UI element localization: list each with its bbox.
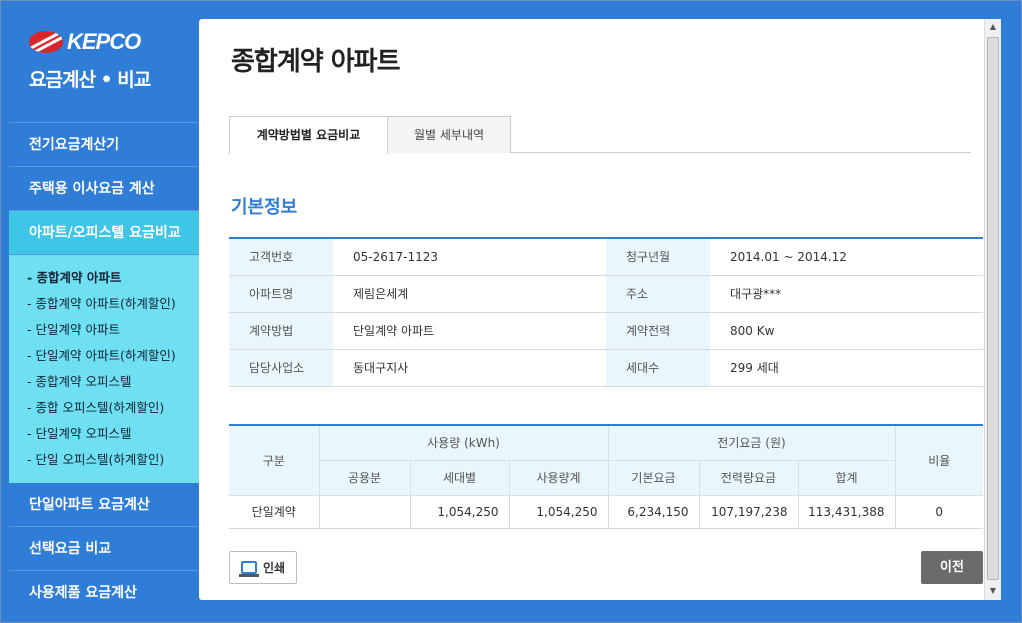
table-row: 고객번호 05-2617-1123 청구년월 2014.01 ~ 2014.12 — [229, 238, 983, 276]
sidebar: KEPCO 요금계산 • 비교 전기요금계산기 주택용 이사요금 계산 아파트/… — [9, 11, 199, 614]
cell-usage-total: 1,054,250 — [508, 495, 609, 529]
scroll-up-arrow-icon[interactable]: ▲ — [985, 19, 1001, 35]
col-base-fee: 기본요금 — [607, 460, 700, 496]
cell-ratio: 0 — [894, 495, 983, 529]
sidebar-item-appliance-calc[interactable]: 사용제품 요금계산 — [9, 571, 199, 614]
subnav-item-combined-officetel-summer[interactable]: - 종합 오피스텔(하계할인) — [27, 395, 199, 421]
kepco-logo-icon — [29, 31, 63, 53]
printer-icon — [238, 561, 259, 577]
print-button-label: 인쇄 — [262, 561, 286, 575]
info-label: 담당사업소 — [229, 349, 333, 387]
subnav-item-single-apartment-summer[interactable]: - 단일계약 아파트(하계할인) — [27, 343, 199, 369]
col-ratio: 비율 — [894, 425, 983, 496]
table-row: 단일계약 1,054,250 1,054,250 6,234,150 107,1… — [229, 495, 983, 529]
info-label: 고객번호 — [229, 238, 333, 276]
info-value: 800 Kw — [710, 312, 983, 350]
sidebar-subnav: - 종합계약 아파트 - 종합계약 아파트(하계할인) - 단일계약 아파트 -… — [9, 255, 199, 483]
app-window: KEPCO 요금계산 • 비교 전기요금계산기 주택용 이사요금 계산 아파트/… — [0, 0, 1022, 623]
table-row: 담당사업소 동대구지사 세대수 299 세대 — [229, 349, 983, 387]
col-energy-fee: 전력량요금 — [698, 460, 799, 496]
tab-monthly-detail[interactable]: 월별 세부내역 — [387, 116, 511, 153]
info-label: 계약전력 — [606, 312, 710, 350]
logo-text: KEPCO — [67, 29, 141, 54]
info-value: 299 세대 — [710, 349, 983, 387]
info-value: 2014.01 ~ 2014.12 — [710, 238, 983, 276]
subnav-item-single-officetel-summer[interactable]: - 단일 오피스텔(하계할인) — [27, 447, 199, 473]
col-total: 합계 — [797, 460, 896, 496]
section-title: 기본정보 — [231, 197, 298, 218]
col-fee-group: 전기요금 (원) — [607, 425, 896, 461]
kepco-logo[interactable]: KEPCO — [29, 29, 199, 55]
subnav-item-single-apartment[interactable]: - 단일계약 아파트 — [27, 317, 199, 343]
brand-block: KEPCO 요금계산 • 비교 — [9, 11, 199, 123]
sidebar-item-single-apartment-calc[interactable]: 단일아파트 요금계산 — [9, 483, 199, 527]
content-panel: 종합계약 아파트 계약방법별 요금비교 월별 세부내역 기본정보 고객번호 05… — [199, 19, 999, 600]
scroll-down-arrow-icon[interactable]: ▼ — [985, 583, 1001, 599]
sidebar-item-optional-fee[interactable]: 선택요금 비교 — [9, 527, 199, 571]
info-label: 주소 — [606, 275, 710, 313]
info-label: 청구년월 — [606, 238, 710, 276]
info-label: 세대수 — [606, 349, 710, 387]
subnav-item-combined-apartment-summer[interactable]: - 종합계약 아파트(하계할인) — [27, 291, 199, 317]
info-value: 제림은세계 — [333, 275, 606, 313]
table-header-row: 공용분 세대별 사용량계 기본요금 전력량요금 합계 — [229, 460, 983, 496]
basic-info-table: 고객번호 05-2617-1123 청구년월 2014.01 ~ 2014.12… — [229, 237, 983, 387]
cell-household: 1,054,250 — [409, 495, 510, 529]
subnav-item-combined-apartment[interactable]: - 종합계약 아파트 — [27, 265, 199, 291]
page-title: 종합계약 아파트 — [231, 47, 400, 77]
info-value: 동대구지사 — [333, 349, 606, 387]
sidebar-item-apartment-compare[interactable]: 아파트/오피스텔 요금비교 — [9, 211, 199, 255]
app-subtitle: 요금계산 • 비교 — [29, 69, 151, 91]
tab-bar: 계약방법별 요금비교 월별 세부내역 — [229, 116, 971, 154]
cell-total: 113,431,388 — [797, 495, 896, 529]
table-header-row: 구분 사용량 (kWh) 전기요금 (원) 비율 — [229, 425, 983, 496]
print-button[interactable]: 인쇄 — [229, 551, 297, 584]
cell-base-fee: 6,234,150 — [607, 495, 700, 529]
usage-fee-table: 구분 사용량 (kWh) 전기요금 (원) 비율 공용분 세대별 사용량계 기본… — [229, 424, 983, 529]
table-row: 아파트명 제림은세계 주소 대구광*** — [229, 275, 983, 313]
cell-energy-fee: 107,197,238 — [698, 495, 799, 529]
info-label: 계약방법 — [229, 312, 333, 350]
scrollbar-thumb[interactable] — [987, 37, 999, 580]
subnav-item-single-officetel[interactable]: - 단일계약 오피스텔 — [27, 421, 199, 447]
col-household: 세대별 — [409, 460, 510, 496]
info-label: 아파트명 — [229, 275, 333, 313]
col-category: 구분 — [229, 425, 320, 496]
prev-button[interactable]: 이전 — [921, 551, 983, 584]
subnav-item-combined-officetel[interactable]: - 종합계약 오피스텔 — [27, 369, 199, 395]
col-usage-group: 사용량 (kWh) — [318, 425, 609, 461]
col-common: 공용분 — [319, 460, 411, 496]
info-value: 05-2617-1123 — [333, 238, 606, 276]
cell-common — [318, 495, 411, 529]
sidebar-item-moving-fee[interactable]: 주택용 이사요금 계산 — [9, 167, 199, 211]
vertical-scrollbar[interactable]: ▲ ▼ — [984, 19, 1001, 600]
col-usage-total: 사용량계 — [508, 460, 609, 496]
sidebar-item-calculator[interactable]: 전기요금계산기 — [9, 123, 199, 167]
info-value: 대구광*** — [710, 275, 983, 313]
table-row: 계약방법 단일계약 아파트 계약전력 800 Kw — [229, 312, 983, 350]
tab-contract-compare[interactable]: 계약방법별 요금비교 — [229, 116, 388, 154]
info-value: 단일계약 아파트 — [333, 312, 606, 350]
cell-category: 단일계약 — [229, 495, 320, 529]
